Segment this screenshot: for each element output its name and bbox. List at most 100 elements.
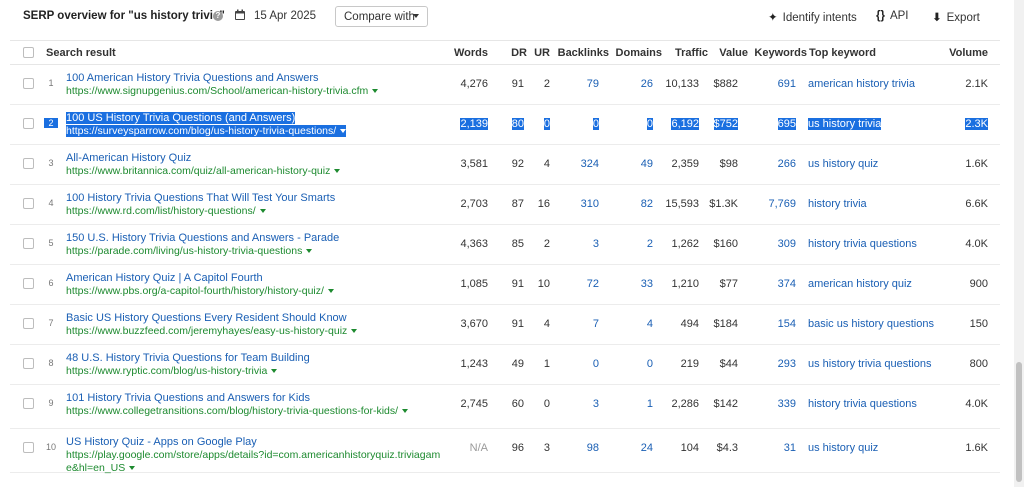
result-url-link[interactable]: https://www.signupgenius.com/School/amer… (66, 85, 379, 97)
cell-domains[interactable]: 4 (647, 318, 653, 330)
row-checkbox[interactable] (23, 278, 34, 289)
cell-keywords[interactable]: 154 (778, 318, 796, 330)
col-dr[interactable]: DR (511, 47, 527, 59)
top-keyword-link[interactable]: us history quiz (808, 442, 878, 454)
col-domains[interactable]: Domains (616, 47, 662, 59)
row-checkbox[interactable] (23, 118, 34, 129)
cell-keywords[interactable]: 695 (777, 118, 796, 130)
result-title-link[interactable]: 100 History Trivia Questions That Will T… (66, 192, 335, 204)
cell-backlinks[interactable]: 310 (581, 198, 599, 210)
row-checkbox[interactable] (23, 158, 34, 169)
result-title-link[interactable]: Basic US History Questions Every Residen… (66, 312, 347, 324)
cell-backlinks[interactable]: 3 (593, 398, 599, 410)
cell-domains[interactable]: 0 (646, 118, 653, 130)
top-keyword-link[interactable]: basic us history questions (808, 318, 934, 330)
calendar-icon[interactable] (234, 9, 246, 21)
col-traffic[interactable]: Traffic (675, 47, 708, 59)
row-checkbox[interactable] (23, 318, 34, 329)
cell-backlinks[interactable]: 79 (587, 78, 599, 90)
scrollbar-thumb[interactable] (1016, 362, 1022, 482)
row-checkbox[interactable] (23, 78, 34, 89)
result-title-link[interactable]: 101 History Trivia Questions and Answers… (66, 392, 310, 404)
chevron-down-icon[interactable] (372, 89, 379, 94)
chevron-down-icon[interactable] (340, 129, 347, 134)
top-keyword-link[interactable]: american history trivia (808, 78, 915, 90)
col-keywords[interactable]: Keywords (754, 47, 807, 59)
result-url-link[interactable]: https://surveysparrow.com/blog/us-histor… (66, 125, 347, 137)
row-checkbox[interactable] (23, 398, 34, 409)
cell-keywords[interactable]: 339 (778, 398, 796, 410)
chevron-down-icon[interactable] (271, 369, 278, 374)
row-checkbox[interactable] (23, 442, 34, 453)
cell-domains[interactable]: 49 (641, 158, 653, 170)
chevron-down-icon[interactable] (334, 169, 341, 174)
result-url-link[interactable]: https://www.ryptic.com/blog/us-history-t… (66, 365, 278, 377)
row-checkbox[interactable] (23, 198, 34, 209)
cell-backlinks[interactable]: 72 (587, 278, 599, 290)
cell-domains[interactable]: 0 (647, 358, 653, 370)
result-url-link[interactable]: https://www.pbs.org/a-capitol-fourth/his… (66, 285, 334, 297)
date-picker[interactable]: 15 Apr 2025 (254, 10, 316, 22)
result-url-link[interactable]: https://www.collegetransitions.com/blog/… (66, 405, 451, 418)
cell-keywords[interactable]: 31 (784, 442, 796, 454)
cell-backlinks[interactable]: 0 (593, 358, 599, 370)
cell-keywords[interactable]: 293 (778, 358, 796, 370)
chevron-down-icon[interactable] (351, 329, 358, 334)
api-button[interactable]: {} API (876, 10, 909, 22)
cell-domains[interactable]: 33 (641, 278, 653, 290)
cell-backlinks[interactable]: 0 (592, 118, 599, 130)
col-search-result[interactable]: Search result (46, 47, 116, 59)
top-keyword-link[interactable]: history trivia (808, 198, 867, 210)
chevron-down-icon[interactable] (306, 249, 313, 254)
result-url-link[interactable]: https://www.rd.com/list/history-question… (66, 205, 266, 217)
cell-backlinks[interactable]: 3 (593, 238, 599, 250)
cell-domains[interactable]: 24 (641, 442, 653, 454)
top-keyword-link[interactable]: us history trivia (808, 118, 882, 130)
col-words[interactable]: Words (454, 47, 488, 59)
row-checkbox[interactable] (23, 238, 34, 249)
cell-domains[interactable]: 82 (641, 198, 653, 210)
top-keyword-link[interactable]: history trivia questions (808, 238, 917, 250)
result-url-link[interactable]: https://parade.com/living/us-history-tri… (66, 245, 313, 257)
col-top-keyword[interactable]: Top keyword (809, 47, 876, 59)
cell-backlinks[interactable]: 324 (581, 158, 599, 170)
result-title-link[interactable]: US History Quiz - Apps on Google Play (66, 436, 257, 448)
identify-intents-button[interactable]: ✦ Identify intents (768, 10, 857, 24)
result-title-link[interactable]: All-American History Quiz (66, 152, 191, 164)
chevron-down-icon[interactable] (402, 409, 409, 414)
top-keyword-link[interactable]: american history quiz (808, 278, 912, 290)
result-title-link[interactable]: 100 American History Trivia Questions an… (66, 72, 319, 84)
result-url-link[interactable]: https://play.google.com/store/apps/detai… (66, 449, 451, 475)
help-icon[interactable]: ? (213, 11, 223, 21)
result-title-link[interactable]: 48 U.S. History Trivia Questions for Tea… (66, 352, 310, 364)
cell-keywords[interactable]: 266 (778, 158, 796, 170)
scrollbar[interactable] (1014, 0, 1024, 487)
top-keyword-link[interactable]: history trivia questions (808, 398, 917, 410)
col-ur[interactable]: UR (534, 47, 550, 59)
chevron-down-icon[interactable] (129, 466, 136, 471)
row-checkbox[interactable] (23, 358, 34, 369)
result-title-link[interactable]: 150 U.S. History Trivia Questions and An… (66, 232, 339, 244)
result-url-link[interactable]: https://www.buzzfeed.com/jeremyhayes/eas… (66, 325, 358, 337)
result-title-link[interactable]: 100 US History Trivia Questions (and Ans… (66, 112, 296, 124)
cell-keywords[interactable]: 374 (778, 278, 796, 290)
cell-keywords[interactable]: 7,769 (768, 198, 796, 210)
cell-backlinks[interactable]: 98 (587, 442, 599, 454)
result-url-link[interactable]: https://www.britannica.com/quiz/all-amer… (66, 165, 341, 177)
cell-domains[interactable]: 26 (641, 78, 653, 90)
cell-keywords[interactable]: 309 (778, 238, 796, 250)
top-keyword-link[interactable]: us history quiz (808, 158, 878, 170)
col-value[interactable]: Value (719, 47, 748, 59)
cell-domains[interactable]: 2 (647, 238, 653, 250)
cell-backlinks[interactable]: 7 (593, 318, 599, 330)
result-title-link[interactable]: American History Quiz | A Capitol Fourth (66, 272, 263, 284)
cell-domains[interactable]: 1 (647, 398, 653, 410)
cell-keywords[interactable]: 691 (778, 78, 796, 90)
col-backlinks[interactable]: Backlinks (558, 47, 609, 59)
chevron-down-icon[interactable] (259, 209, 266, 214)
top-keyword-link[interactable]: us history trivia questions (808, 358, 932, 370)
compare-with-dropdown[interactable]: Compare with (335, 6, 428, 27)
select-all-checkbox[interactable] (23, 47, 34, 58)
col-volume[interactable]: Volume (949, 47, 988, 59)
export-button[interactable]: ⬇ Export (932, 10, 980, 24)
